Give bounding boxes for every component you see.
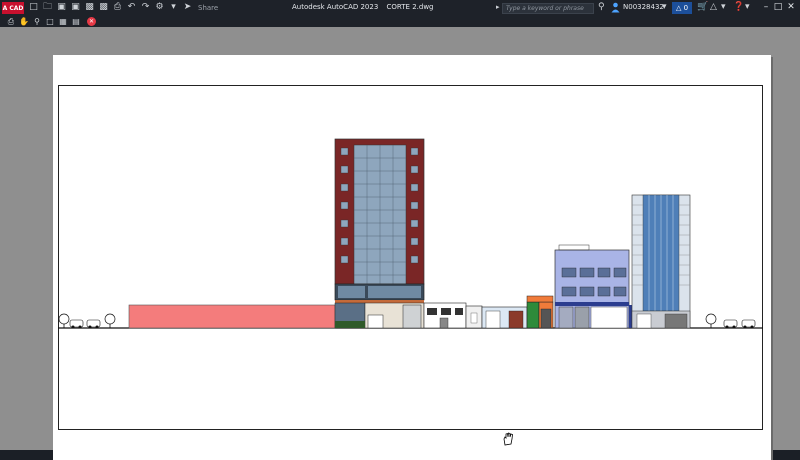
- save-web-icon[interactable]: ▩: [98, 2, 109, 13]
- print-icon[interactable]: ⎙: [6, 17, 16, 27]
- autocad-logo-icon[interactable]: A CAD: [2, 2, 24, 14]
- app-dropdown-icon[interactable]: ▾: [721, 2, 726, 13]
- help-dropdown-icon[interactable]: ▾: [745, 2, 750, 13]
- app-name: Autodesk AutoCAD 2023: [292, 3, 379, 11]
- user-account-name[interactable]: N00328432: [623, 3, 664, 11]
- save-as-icon[interactable]: ▣: [70, 2, 81, 13]
- redo-icon[interactable]: ↷: [140, 2, 151, 13]
- paper-sheet: [53, 55, 771, 460]
- pan-icon[interactable]: ✋: [19, 17, 29, 27]
- save-icon[interactable]: ▣: [56, 2, 67, 13]
- notifications-badge[interactable]: △ 0: [672, 2, 692, 14]
- search-expand-icon[interactable]: ▸: [496, 3, 500, 11]
- plot-icon[interactable]: ⎙: [112, 2, 123, 13]
- pan-hand-cursor-icon: [503, 432, 513, 446]
- brick-tower: [334, 138, 425, 329]
- undo-icon[interactable]: ↶: [126, 2, 137, 13]
- user-icon[interactable]: [611, 2, 620, 13]
- window-title: Autodesk AutoCAD 2023 CORTE 2.dwg: [292, 3, 434, 11]
- share-icon[interactable]: ➤: [182, 2, 193, 13]
- cart-icon[interactable]: 🛒: [697, 2, 708, 13]
- customize-dropdown-icon[interactable]: ▾: [168, 2, 179, 13]
- workspace-icon[interactable]: ⚙: [154, 2, 165, 13]
- search-input[interactable]: Type a keyword or phrase: [502, 3, 594, 14]
- zoom-window-icon[interactable]: □: [45, 17, 55, 27]
- salmon-block: [128, 304, 336, 329]
- account-dropdown-icon[interactable]: ▾: [662, 2, 667, 13]
- preview-canvas[interactable]: [0, 27, 800, 460]
- file-name: CORTE 2.dwg: [386, 3, 434, 11]
- new-file-icon[interactable]: □: [28, 2, 39, 13]
- share-button[interactable]: Share: [198, 4, 218, 12]
- plot-settings-icon[interactable]: ▤: [71, 17, 81, 27]
- open-web-icon[interactable]: ▩: [84, 2, 95, 13]
- close-preview-icon[interactable]: ✕: [87, 17, 96, 26]
- title-bar: A CAD □ 🗀 ▣ ▣ ▩ ▩ ⎙ ↶ ↷ ⚙ ▾ ➤ Share Auto…: [0, 0, 800, 16]
- help-icon[interactable]: ❓: [733, 2, 744, 13]
- small-houses: [423, 295, 554, 329]
- right-street-props: [705, 313, 756, 329]
- lavender-building: [554, 244, 639, 329]
- zoom-icon[interactable]: ⚲: [32, 17, 42, 27]
- close-window-button[interactable]: ✕: [785, 1, 797, 13]
- minimize-window-button[interactable]: –: [760, 1, 772, 13]
- left-street-props: [58, 313, 116, 329]
- elevation-drawing: [58, 138, 763, 329]
- open-folder-icon[interactable]: 🗀: [42, 2, 53, 13]
- zoom-original-icon[interactable]: ▦: [58, 17, 68, 27]
- blue-glass-tower: [631, 194, 691, 329]
- autodesk-app-icon[interactable]: △: [710, 2, 717, 13]
- plot-preview-toolbar: ⎙ ✋ ⚲ □ ▦ ▤ ✕: [0, 16, 800, 27]
- search-icon[interactable]: ⚲: [598, 2, 605, 12]
- maximize-window-button[interactable]: □: [772, 1, 784, 13]
- quick-access-toolbar: □ 🗀 ▣ ▣ ▩ ▩ ⎙ ↶ ↷ ⚙ ▾ ➤ Share: [28, 2, 218, 13]
